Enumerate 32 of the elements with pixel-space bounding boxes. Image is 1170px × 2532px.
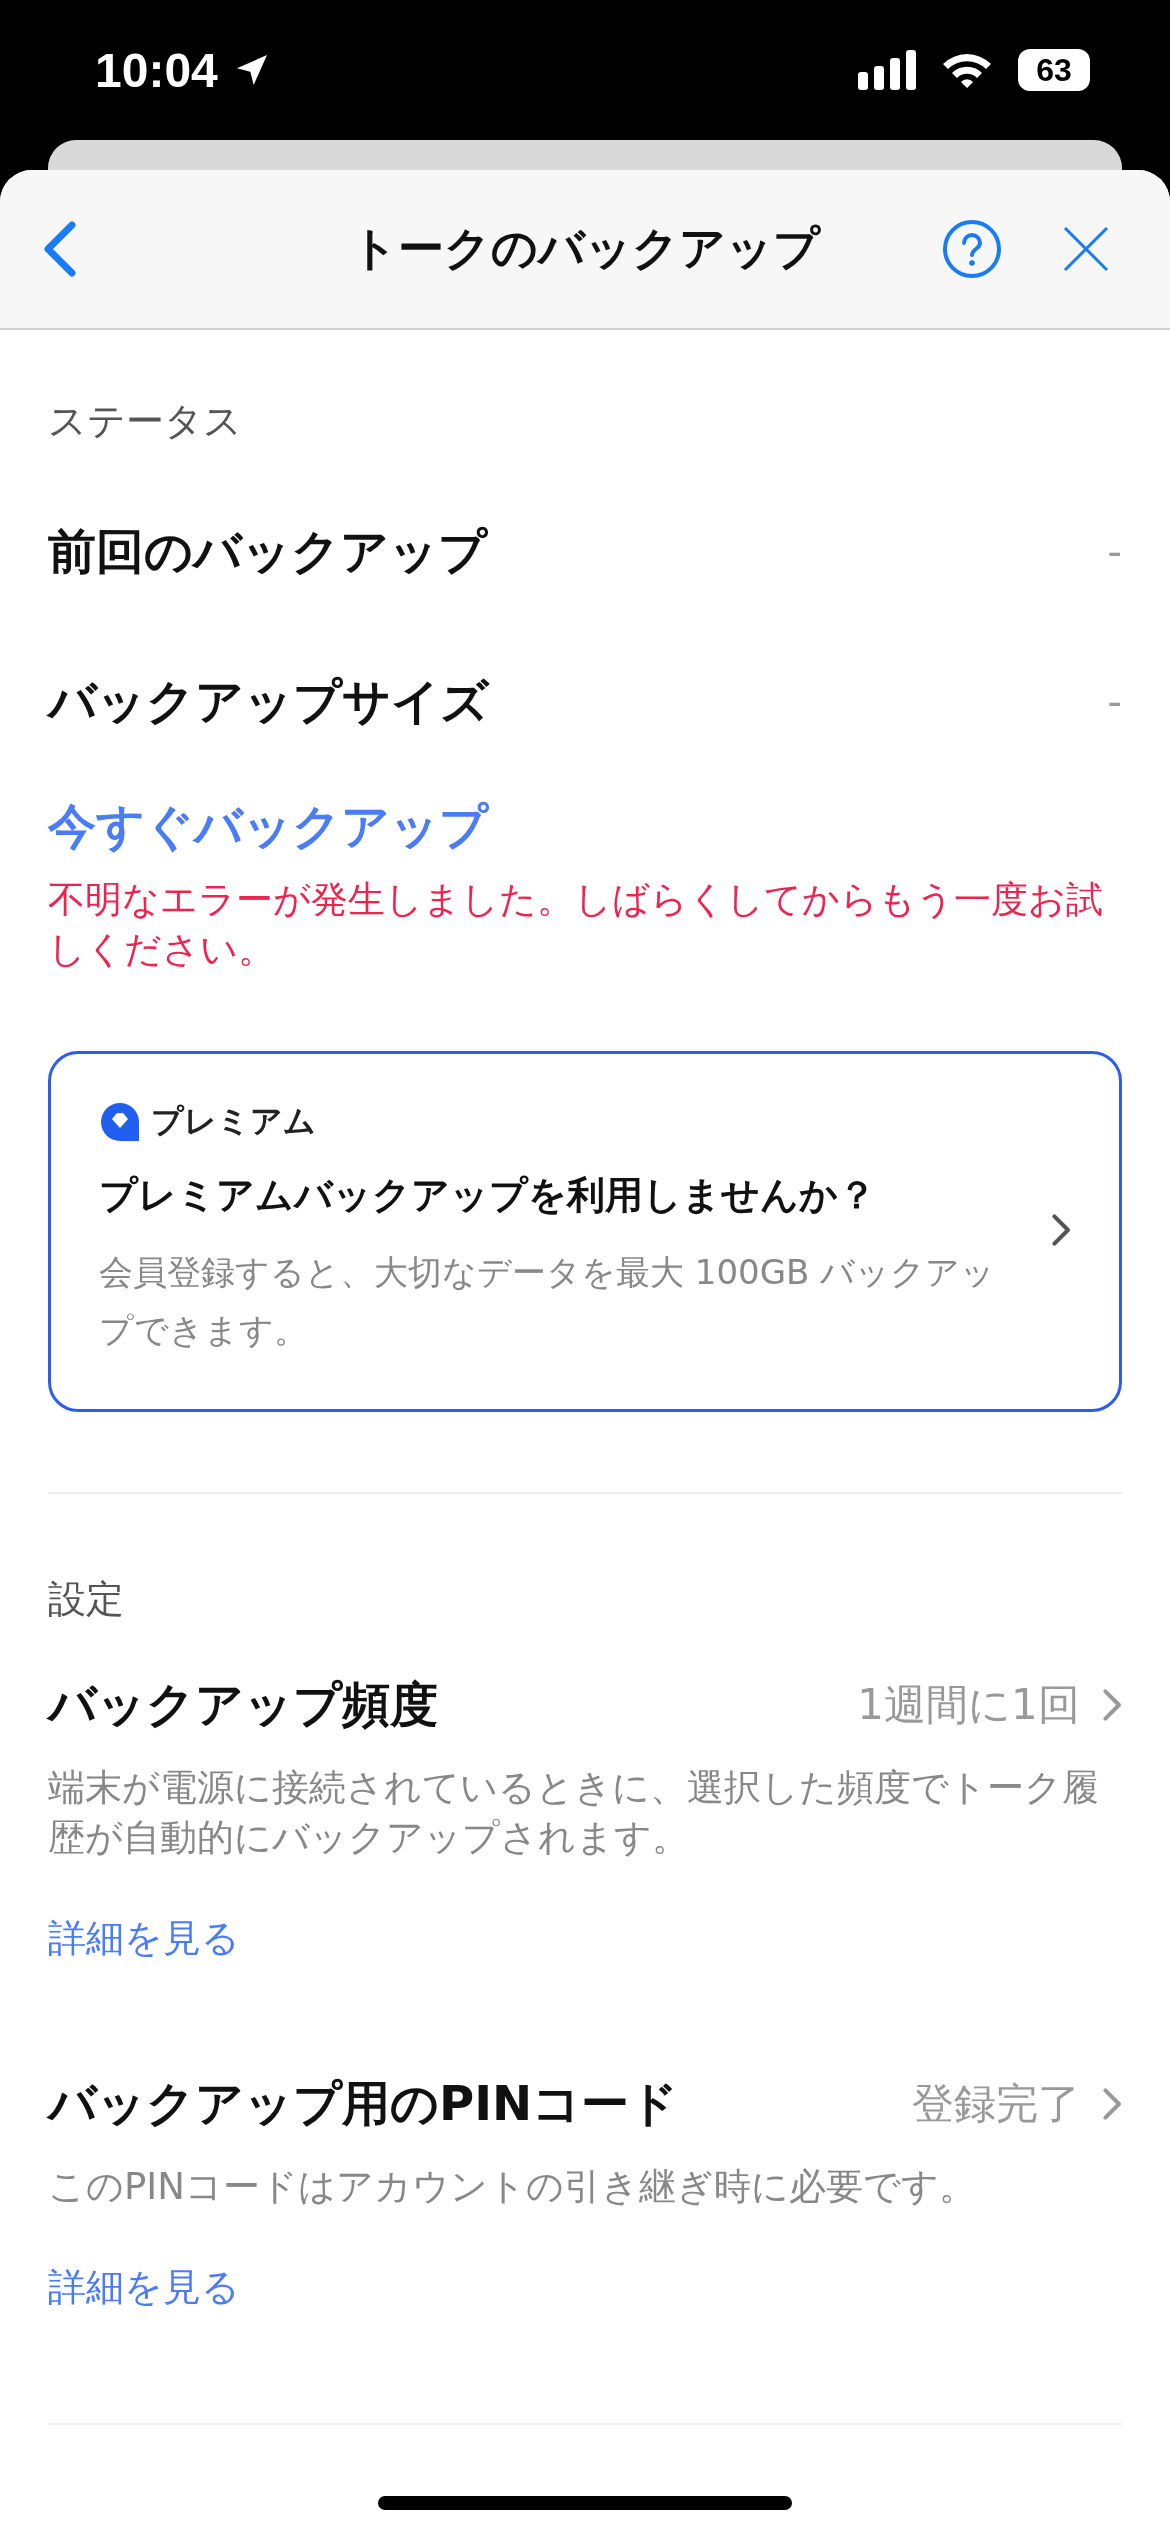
backup-now-button[interactable]: 今すぐバックアップ bbox=[48, 795, 488, 859]
chevron-right-icon bbox=[1101, 2087, 1122, 2121]
status-value: - bbox=[1107, 529, 1122, 575]
setting-description: 端末が電源に接続されているときに、選択した頻度でトーク履歴が自動的にバックアップされます。 bbox=[48, 1765, 1100, 1861]
help-button[interactable] bbox=[942, 219, 1002, 279]
setting-row[interactable]: バックアップ用のPINコード 登録完了 bbox=[48, 2054, 1122, 2154]
setting-row[interactable]: バックアップ頻度 1週間に1回 bbox=[48, 1655, 1122, 1755]
details-link[interactable]: 詳細を見る bbox=[48, 2262, 240, 2313]
status-label: 前回のバックアップ bbox=[48, 522, 487, 581]
status-time: 10:04 bbox=[95, 42, 218, 98]
header-title: トークのバックアップ bbox=[349, 220, 822, 277]
card-title: プレミアムバックアップを利用しませんか？ bbox=[99, 1172, 877, 1219]
premium-badge-text: プレミアム bbox=[151, 1101, 316, 1142]
setting-description: このPINコードはアカウントの引き継ぎ時に必要です。 bbox=[48, 2164, 977, 2210]
details-link[interactable]: 詳細を見る bbox=[48, 1913, 240, 1964]
setting-value: 1週間に1回 bbox=[857, 1679, 1080, 1731]
card-description: 会員登録すると、大切なデータを最大 100GB バックアップできます。 bbox=[99, 1251, 997, 1352]
section-heading: ステータス bbox=[48, 398, 243, 445]
close-button[interactable] bbox=[1062, 225, 1110, 273]
chevron-right-icon bbox=[1101, 1688, 1122, 1722]
setting-label: バックアップ用のPINコード bbox=[48, 2074, 679, 2133]
battery-icon: 63 bbox=[1018, 49, 1090, 91]
status-value: - bbox=[1107, 679, 1122, 725]
status-label: バックアップサイズ bbox=[48, 672, 489, 731]
setting-value: 登録完了 bbox=[911, 2078, 1080, 2130]
error-message: 不明なエラーが発生しました。しばらくしてからもう一度お試しください。 bbox=[48, 877, 1104, 973]
signal-icon bbox=[858, 50, 916, 90]
setting-label: バックアップ頻度 bbox=[48, 1675, 438, 1734]
premium-logo-icon bbox=[99, 1101, 141, 1143]
section-heading: 設定 bbox=[48, 1576, 125, 1623]
chevron-right-icon bbox=[1050, 1212, 1071, 1247]
premium-card[interactable]: プレミアム プレミアムバックアップを利用しませんか？ 会員登録すると、大切なデータを最大 100GB バックアップできます。 bbox=[48, 1051, 1122, 1412]
